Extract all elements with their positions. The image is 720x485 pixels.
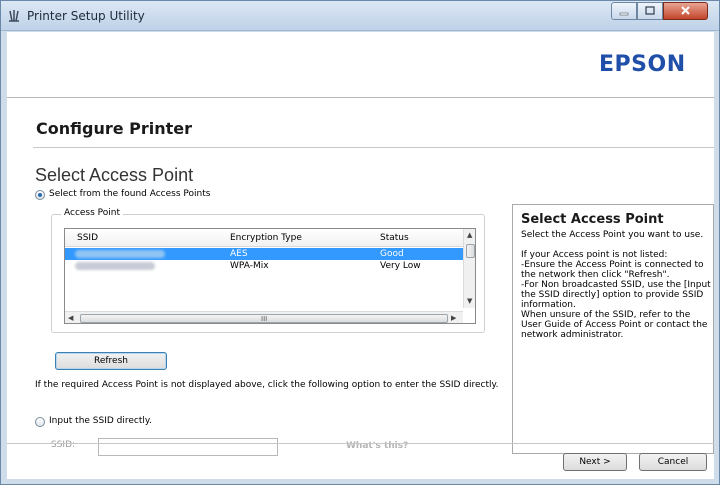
table-row[interactable]: WPA-Mix Very Low [65, 260, 463, 272]
maximize-icon [645, 6, 655, 15]
column-ssid[interactable]: SSID [77, 233, 98, 243]
ssid-label: SSID: [51, 440, 76, 450]
vertical-scroll-thumb[interactable] [466, 244, 475, 258]
section-title: Select Access Point [35, 165, 194, 185]
page-title: Configure Printer [36, 119, 193, 138]
refresh-button[interactable]: Refresh [55, 352, 167, 370]
maximize-button[interactable] [637, 2, 663, 20]
footer-divider [7, 443, 714, 444]
encryption-cell: WPA-Mix [230, 261, 269, 271]
access-point-group-label: Access Point [61, 208, 124, 218]
dialog-body: EPSON Configure Printer Select Access Po… [7, 32, 714, 479]
next-button[interactable]: Next > [563, 453, 627, 471]
scroll-grip: III [261, 315, 268, 323]
input-ssid-directly-label[interactable]: Input the SSID directly. [49, 416, 152, 426]
title-bar[interactable]: Printer Setup Utility [1, 1, 719, 31]
scroll-right-icon[interactable]: ▶ [451, 314, 456, 322]
printer-app-icon [9, 10, 19, 22]
header: EPSON [7, 32, 714, 98]
help-title: Select Access Point [521, 212, 664, 227]
horizontal-scrollbar[interactable]: ◀ III ▶ [65, 311, 463, 323]
status-cell: Very Low [380, 261, 421, 271]
close-button[interactable] [663, 2, 708, 20]
ssid-redacted [75, 250, 165, 258]
help-text: Select the Access Point you want to use.… [521, 230, 711, 340]
cancel-button[interactable]: Cancel [639, 453, 707, 471]
info-text: If the required Access Point is not disp… [35, 380, 499, 390]
scroll-down-icon[interactable]: ▼ [467, 297, 472, 305]
table-row[interactable]: AES Good [65, 248, 463, 260]
window-title: Printer Setup Utility [27, 9, 145, 23]
status-cell: Good [380, 249, 404, 259]
divider [33, 147, 714, 148]
input-ssid-directly-radio[interactable] [35, 417, 45, 427]
epson-logo: EPSON [599, 52, 686, 77]
help-panel: Select Access Point Select the Access Po… [512, 204, 714, 454]
vertical-scrollbar[interactable]: ▲ ▼ [463, 229, 475, 308]
column-status[interactable]: Status [380, 233, 409, 243]
scroll-up-icon[interactable]: ▲ [467, 231, 472, 239]
found-access-points-label[interactable]: Select from the found Access Points [49, 189, 210, 199]
access-point-list[interactable]: SSID Encryption Type Status AES Good WPA… [64, 228, 476, 324]
minimize-icon [619, 12, 629, 16]
minimize-button[interactable] [611, 2, 637, 20]
horizontal-scroll-thumb[interactable]: III [80, 314, 448, 323]
scroll-left-icon[interactable]: ◀ [68, 314, 73, 322]
close-icon [681, 6, 690, 15]
ssid-input[interactable] [98, 438, 278, 456]
column-encryption-type[interactable]: Encryption Type [230, 233, 302, 243]
ssid-redacted [75, 262, 155, 270]
app-window: Printer Setup Utility EPSON Configure Pr… [0, 0, 720, 485]
encryption-cell: AES [230, 249, 248, 259]
found-access-points-radio[interactable] [35, 190, 45, 200]
list-header: SSID Encryption Type Status [65, 229, 463, 247]
